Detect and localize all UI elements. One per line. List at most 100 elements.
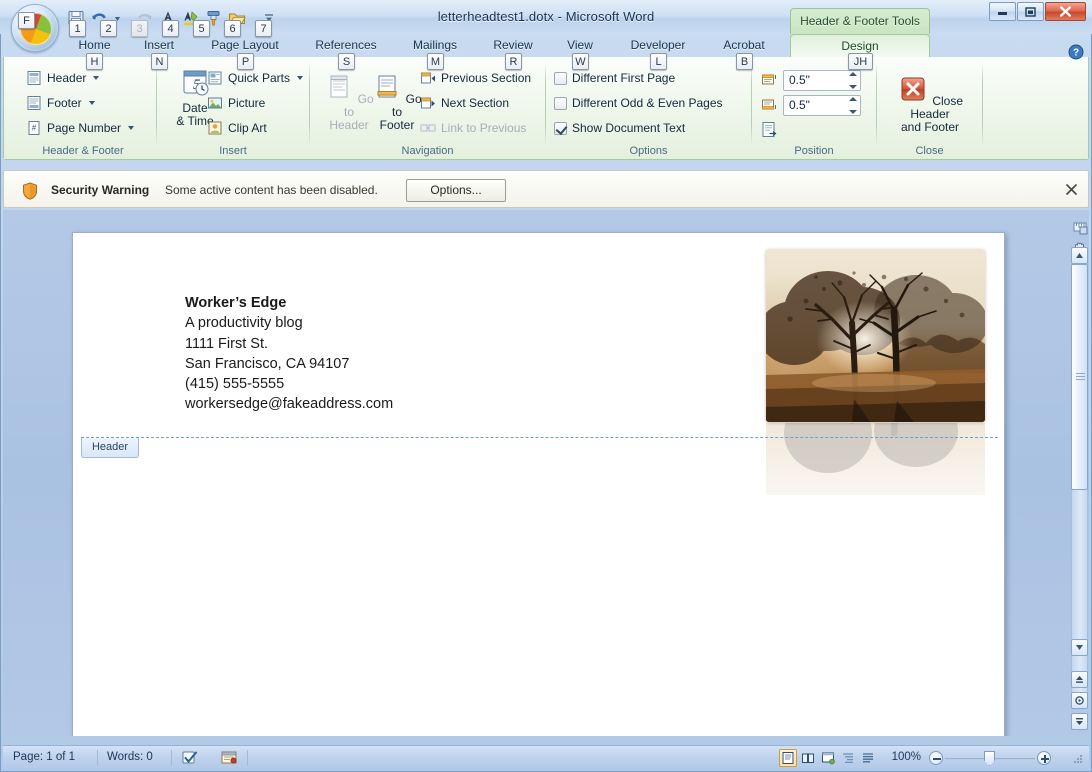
security-message-bar: Security Warning Some active content has… (3, 170, 1089, 208)
document-canvas[interactable]: Worker’s Edge A productivity blog 1111 F… (3, 210, 1089, 736)
status-separator (97, 750, 98, 766)
group-title-close: Close (915, 145, 944, 157)
scroll-down-button[interactable] (1071, 639, 1088, 656)
keytip-office-button: F (18, 12, 35, 29)
zoom-slider-handle[interactable] (984, 751, 995, 766)
outline-view-button[interactable] (839, 749, 857, 767)
full-screen-reading-view-button[interactable] (799, 749, 817, 767)
help-icon[interactable]: ? (1068, 44, 1084, 60)
spell-check-icon[interactable] (181, 749, 199, 767)
quick-parts-button[interactable]: Quick Parts (207, 67, 304, 89)
zoom-in-button[interactable] (1037, 751, 1051, 765)
view-buttons (779, 749, 877, 767)
group-title-insert: Insert (219, 145, 247, 157)
draft-view-button[interactable] (859, 749, 877, 767)
minimize-button[interactable] (989, 2, 1016, 21)
close-header-and-footer-button[interactable]: Close Header and Footer (883, 73, 977, 134)
page-number-button[interactable]: # Page Number (26, 117, 135, 139)
group-header-footer: Header Footer # Page Number Header & Foo… (10, 59, 156, 158)
scroll-up-button[interactable] (1071, 247, 1088, 264)
spinner-up-icon[interactable] (848, 97, 857, 101)
show-document-text-label: Show Document Text (572, 121, 686, 135)
previous-section-button[interactable]: Previous Section (420, 67, 531, 89)
web-layout-view-button[interactable] (819, 749, 837, 767)
word-application-window: letterheadtest1.dotx - Microsoft Word He… (0, 0, 1092, 772)
page-indicator[interactable]: Page: 1 of 1 (13, 751, 75, 763)
status-separator (247, 750, 248, 766)
scrollbar-thumb[interactable] (1071, 264, 1088, 490)
spinner-down-icon[interactable] (848, 85, 857, 89)
group-position: 0.5" 0.5" Position (752, 59, 876, 158)
document-page[interactable]: Worker’s Edge A productivity blog 1111 F… (72, 232, 1005, 736)
header-area-tag: Header (81, 438, 139, 458)
word-count[interactable]: Words: 0 (107, 751, 153, 763)
close-red-x-icon (897, 77, 932, 108)
picture-label: Picture (228, 96, 266, 110)
checkbox-box (554, 96, 567, 110)
header-boundary-divider (81, 437, 998, 438)
header-button[interactable]: Header (26, 67, 100, 89)
restore-button[interactable] (1017, 2, 1044, 21)
show-document-text-checkbox[interactable]: Show Document Text (554, 117, 685, 139)
letterhead-text-block[interactable]: Worker’s Edge A productivity blog 1111 F… (185, 293, 393, 415)
letterhead-line-city: San Francisco, CA 94107 (185, 355, 350, 372)
group-navigation: Go to Header Go to Footer Previous Secti… (310, 59, 545, 158)
next-section-button[interactable]: Next Section (420, 92, 509, 114)
previous-section-icon (420, 70, 436, 86)
select-browse-object-button[interactable] (1071, 692, 1088, 709)
keytip-tab-insert: N (151, 53, 168, 70)
keytip-qat-4: 4 (162, 20, 179, 37)
security-options-button[interactable]: Options... (406, 179, 506, 202)
ribbon-surface: Header Footer # Page Number Header & Foo… (4, 57, 1088, 159)
page-number-icon: # (26, 120, 42, 136)
quick-access-toolbar (63, 6, 250, 30)
keytip-qat-1: 1 (69, 20, 86, 37)
link-to-previous-icon (420, 120, 436, 136)
record-macro-icon[interactable] (220, 749, 238, 767)
group-title-position: Position (794, 145, 834, 157)
clip-art-icon (207, 120, 223, 136)
print-layout-view-button[interactable] (779, 749, 797, 767)
different-odd-even-pages-checkbox[interactable]: Different Odd & Even Pages (554, 92, 723, 114)
keytip-tab-mailings: M (427, 53, 444, 70)
chevron-down-icon (297, 76, 304, 80)
header-position-from-top-input[interactable]: 0.5" (783, 70, 861, 91)
next-page-button[interactable] (1071, 713, 1088, 730)
close-button[interactable] (1045, 2, 1086, 21)
footer-button[interactable]: Footer (26, 92, 95, 114)
alignment-tab-icon[interactable] (761, 121, 777, 137)
resize-grip-icon[interactable] (1072, 753, 1084, 765)
go-to-footer-icon (372, 75, 405, 106)
link-to-previous-button: Link to Previous (420, 117, 526, 139)
security-warning-title: Security Warning (51, 183, 150, 197)
close-icon[interactable] (1065, 183, 1078, 196)
picture-button[interactable]: Picture (207, 92, 265, 114)
zoom-slider[interactable] (929, 750, 1051, 766)
spinner-down-icon[interactable] (848, 110, 857, 114)
group-options: Different First Page Different Odd & Eve… (546, 59, 751, 158)
tree-photo-reflection (766, 423, 985, 495)
go-to-header-button[interactable]: Go to Header (324, 73, 374, 132)
security-shield-icon (22, 182, 38, 200)
spinner-up-icon[interactable] (848, 72, 857, 76)
go-to-footer-button[interactable]: Go to Footer (372, 73, 422, 132)
zoom-out-button[interactable] (929, 751, 943, 765)
different-first-page-checkbox[interactable]: Different First Page (554, 67, 675, 89)
footer-position-from-bottom-input[interactable]: 0.5" (783, 95, 861, 116)
keytip-qat-5: 5 (193, 20, 210, 37)
spinner-arrows[interactable] (847, 72, 858, 89)
next-section-label: Next Section (441, 96, 510, 110)
tree-sunset-photo[interactable] (766, 249, 985, 422)
vertical-scrollbar[interactable] (1071, 211, 1088, 735)
quick-parts-label: Quick Parts (228, 71, 291, 85)
keytip-qat-3: 3 (131, 20, 148, 37)
group-separator (982, 62, 983, 146)
clip-art-button[interactable]: Clip Art (207, 117, 267, 139)
previous-page-button[interactable] (1071, 671, 1088, 688)
date-time-label-line1: Date (182, 101, 208, 115)
spinner-arrows[interactable] (847, 97, 858, 114)
chevron-down-icon (88, 101, 95, 105)
zoom-percent-label[interactable]: 100% (892, 751, 921, 763)
close-header-footer-line2: and Footer (900, 120, 960, 134)
next-section-icon (420, 95, 436, 111)
